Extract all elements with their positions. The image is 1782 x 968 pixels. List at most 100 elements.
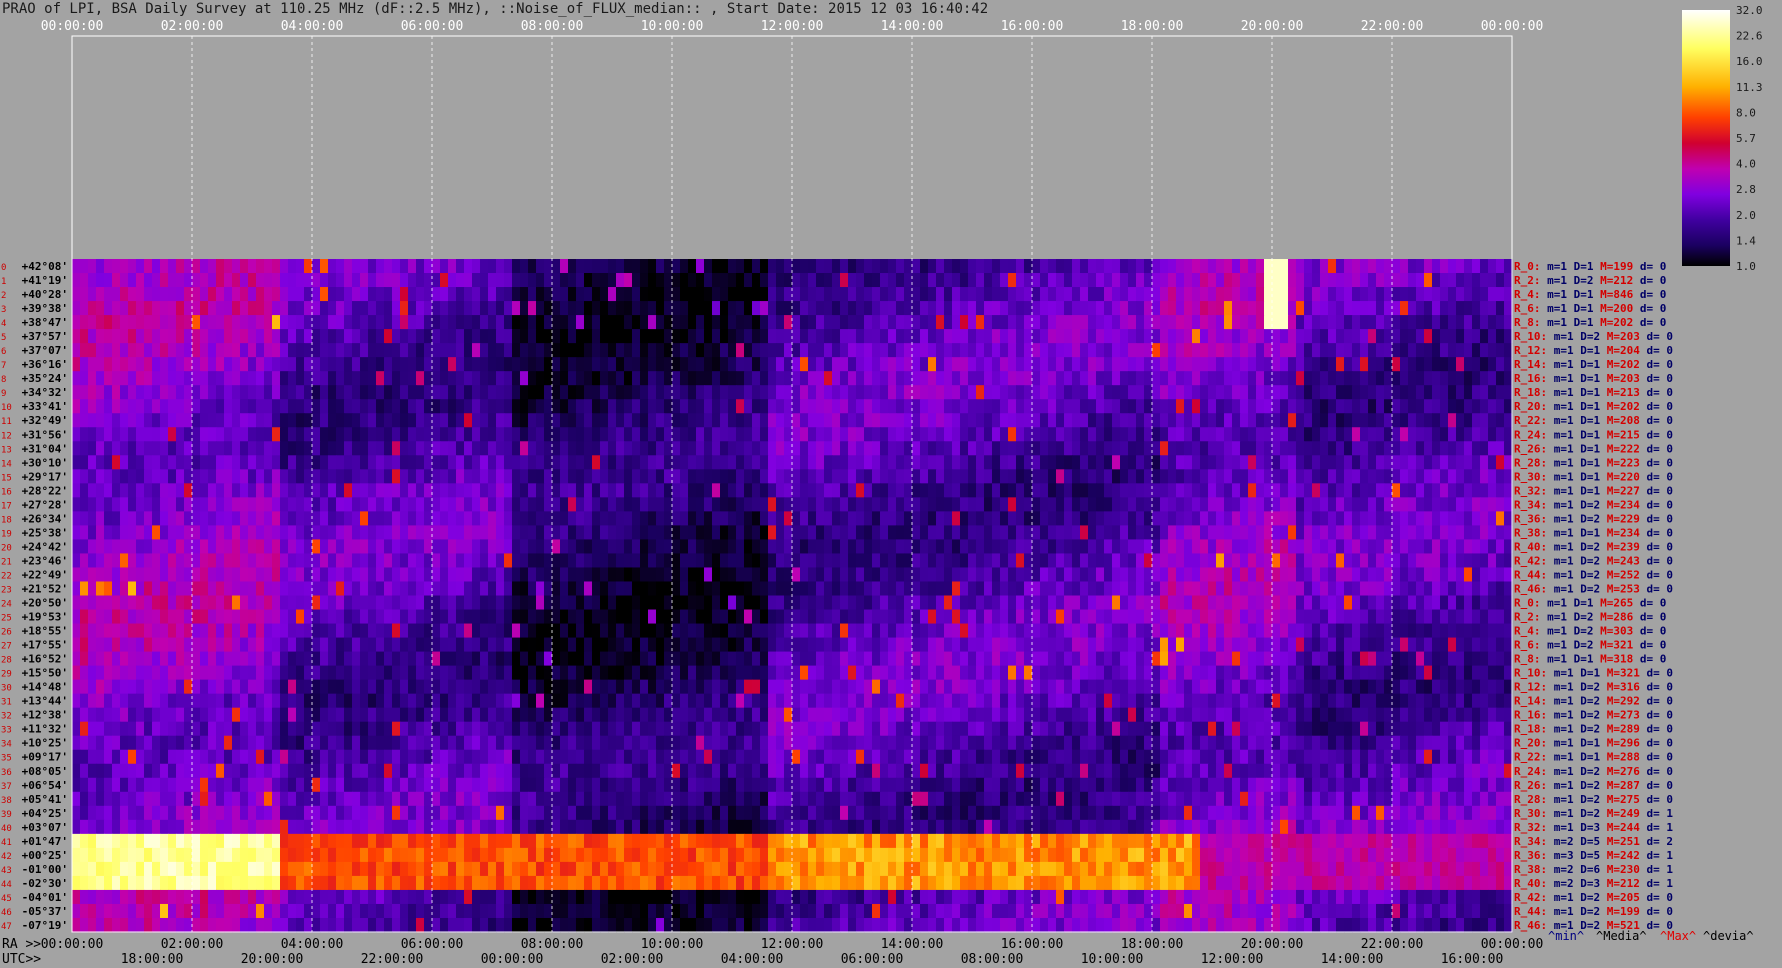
heatmap-cell bbox=[72, 497, 81, 512]
heatmap-cell bbox=[928, 357, 937, 372]
heatmap-cell bbox=[568, 609, 577, 625]
heatmap-cell bbox=[656, 637, 665, 653]
heatmap-cell bbox=[1480, 539, 1489, 555]
heatmap-cell bbox=[352, 371, 361, 386]
heatmap-cell bbox=[80, 413, 89, 428]
heatmap-cell bbox=[1328, 385, 1337, 400]
heatmap-cell bbox=[560, 455, 569, 470]
heatmap-cell bbox=[800, 567, 809, 583]
heatmap-cell bbox=[1064, 595, 1073, 611]
heatmap-cell bbox=[1360, 427, 1369, 442]
heatmap-cell bbox=[1160, 539, 1169, 555]
heatmap-cell bbox=[1456, 511, 1465, 526]
heatmap-cell bbox=[544, 427, 553, 442]
heatmap-cell bbox=[1288, 595, 1297, 611]
heatmap-cell bbox=[640, 329, 649, 344]
heatmap-cell bbox=[592, 427, 601, 442]
heatmap-cell bbox=[624, 637, 633, 653]
heatmap-cell bbox=[928, 329, 937, 344]
heatmap-cell bbox=[1328, 357, 1337, 372]
heatmap-cell bbox=[304, 329, 313, 344]
heatmap-cell bbox=[968, 581, 977, 597]
heatmap-cell bbox=[1104, 469, 1113, 484]
heatmap-cell bbox=[1176, 609, 1185, 625]
heatmap-cell bbox=[584, 371, 593, 386]
heatmap-cell bbox=[888, 539, 897, 555]
heatmap-cell bbox=[1064, 287, 1073, 302]
heatmap-cell bbox=[424, 357, 433, 372]
heatmap-cell bbox=[1192, 259, 1201, 274]
heatmap-cell bbox=[920, 553, 929, 569]
heatmap-cell bbox=[480, 259, 489, 274]
heatmap-cell bbox=[368, 595, 377, 611]
heatmap-cell bbox=[640, 581, 649, 597]
heatmap-cell bbox=[992, 343, 1001, 358]
heatmap-cell bbox=[240, 469, 249, 484]
heatmap-cell bbox=[512, 525, 521, 541]
heatmap-cell bbox=[896, 343, 905, 358]
heatmap-cell bbox=[416, 371, 425, 386]
heatmap-cell bbox=[1432, 371, 1441, 386]
heatmap-cell bbox=[568, 343, 577, 358]
heatmap-cell bbox=[360, 553, 369, 569]
heatmap-cell bbox=[1040, 343, 1049, 358]
heatmap-cell bbox=[592, 343, 601, 358]
heatmap-cell bbox=[1160, 385, 1169, 400]
heatmap-cell bbox=[184, 637, 193, 653]
heatmap-cell bbox=[624, 539, 633, 555]
heatmap-cell bbox=[1120, 315, 1129, 330]
heatmap-cell bbox=[288, 329, 297, 344]
heatmap-cell bbox=[384, 441, 393, 456]
heatmap-cell bbox=[840, 413, 849, 428]
heatmap-cell bbox=[1176, 385, 1185, 400]
heatmap-cell bbox=[288, 609, 297, 625]
heatmap-cell bbox=[1464, 525, 1473, 541]
heatmap-cell bbox=[448, 399, 457, 414]
heatmap-cell bbox=[456, 399, 465, 414]
heatmap-cell bbox=[1224, 497, 1233, 512]
heatmap-cell bbox=[1072, 259, 1081, 274]
heatmap-cell bbox=[160, 399, 169, 414]
heatmap-cell bbox=[1376, 581, 1385, 597]
heatmap-cell bbox=[232, 385, 241, 400]
heatmap-cell bbox=[664, 287, 673, 302]
heatmap-cell bbox=[832, 567, 841, 583]
heatmap-cell bbox=[1008, 581, 1017, 597]
heatmap-cell bbox=[456, 413, 465, 428]
heatmap-cell bbox=[1104, 609, 1113, 625]
heatmap-cell bbox=[1288, 399, 1297, 414]
heatmap-cell bbox=[1384, 329, 1393, 344]
heatmap-cell bbox=[1072, 609, 1081, 625]
heatmap-cell bbox=[1048, 455, 1057, 470]
heatmap-cell bbox=[600, 483, 609, 498]
heatmap-cell bbox=[1480, 259, 1489, 274]
heatmap-cell bbox=[688, 609, 697, 625]
heatmap-cell bbox=[568, 413, 577, 428]
heatmap-cell bbox=[1360, 399, 1369, 414]
heatmap-cell bbox=[704, 497, 713, 512]
heatmap-cell bbox=[1368, 357, 1377, 372]
heatmap-cell bbox=[976, 329, 985, 344]
heatmap-cell bbox=[504, 413, 513, 428]
heatmap-cell bbox=[136, 385, 145, 400]
heatmap-cell bbox=[1312, 483, 1321, 498]
heatmap-cell bbox=[1112, 483, 1121, 498]
heatmap-cell bbox=[1440, 483, 1449, 498]
heatmap-cell bbox=[1144, 455, 1153, 470]
heatmap-cell bbox=[1032, 623, 1041, 639]
heatmap-cell bbox=[80, 511, 89, 526]
heatmap-cell bbox=[544, 315, 553, 330]
heatmap-cell bbox=[936, 553, 945, 569]
heatmap-cell bbox=[1304, 581, 1313, 597]
heatmap-cell bbox=[352, 315, 361, 330]
heatmap-cell bbox=[680, 525, 689, 541]
heatmap-cell bbox=[416, 385, 425, 400]
heatmap-cell bbox=[576, 385, 585, 400]
heatmap-cell bbox=[240, 539, 249, 555]
heatmap-cell bbox=[160, 553, 169, 569]
heatmap-cell bbox=[1280, 301, 1289, 316]
heatmap-cell bbox=[488, 553, 497, 569]
heatmap-cell bbox=[368, 343, 377, 358]
heatmap-cell bbox=[192, 441, 201, 456]
heatmap-cell bbox=[304, 399, 313, 414]
